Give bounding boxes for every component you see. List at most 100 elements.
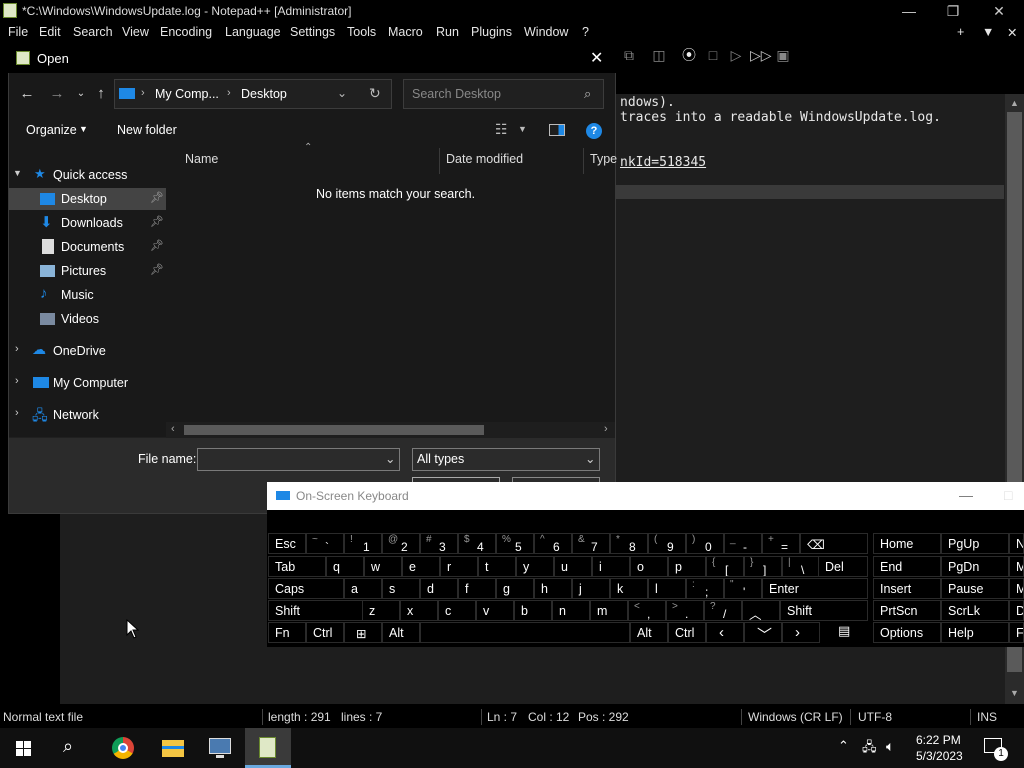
key-x[interactable]: x [400, 600, 438, 621]
key-v[interactable]: v [476, 600, 514, 621]
scroll-left-icon[interactable]: ‹ [171, 423, 175, 435]
key-y[interactable]: y [516, 556, 554, 577]
key-r1-13[interactable]: + = [762, 533, 800, 554]
key-e[interactable]: e [402, 556, 440, 577]
file-list-horizontal-scrollbar[interactable]: ‹ › [166, 422, 615, 438]
nav-desktop[interactable]: Desktop 📌︎ [9, 188, 166, 210]
show-hidden-icons-chevron-icon[interactable]: ⌃ [838, 738, 849, 754]
key-caps[interactable]: Caps [268, 578, 344, 599]
pin-icon[interactable]: 📌︎ [150, 215, 164, 228]
start-button[interactable] [0, 728, 48, 768]
status-insert-mode[interactable]: INS [977, 710, 997, 724]
nav-onedrive[interactable]: › ☁ OneDrive [9, 340, 166, 362]
nav-music[interactable]: ♪ Music [9, 284, 166, 306]
key-r1-10[interactable]: (9 [648, 533, 686, 554]
key-space[interactable] [420, 622, 630, 643]
menu-macro[interactable]: Macro [388, 25, 423, 39]
key-g[interactable]: g [496, 578, 534, 599]
key-r1-4[interactable]: #3 [420, 533, 458, 554]
view-chevron-icon[interactable]: ▼ [518, 124, 527, 134]
key-r3b-0[interactable]: :; [686, 578, 724, 599]
key-side-2-1[interactable]: Pause [941, 578, 1009, 599]
key-side-3-0[interactable]: PrtScn [873, 600, 941, 621]
pin-icon[interactable]: 📌︎ [150, 191, 164, 204]
key-side-4-0[interactable]: Options [873, 622, 941, 643]
key-tab[interactable]: Tab [268, 556, 326, 577]
search-icon[interactable]: ⌕ [584, 86, 591, 102]
key-side-3-2[interactable]: D [1009, 600, 1024, 621]
view-options-icon[interactable]: ☷ [495, 121, 508, 138]
key-z[interactable]: z [362, 600, 400, 621]
file-type-select[interactable]: All types ⌄ [412, 448, 600, 471]
file-explorer-icon[interactable] [150, 728, 196, 768]
key-n[interactable]: n [552, 600, 590, 621]
sync-scroll-icon[interactable]: ⧉ [620, 46, 638, 64]
expanded-chevron-icon[interactable]: ▼ [13, 168, 22, 178]
menu-language[interactable]: Language [225, 25, 281, 39]
file-name-dropdown-icon[interactable]: ⌄ [385, 451, 395, 466]
preview-pane-icon[interactable] [549, 124, 565, 136]
key-side-2-0[interactable]: Insert [873, 578, 941, 599]
key-r1-9[interactable]: * 8 [610, 533, 648, 554]
menu-settings[interactable]: Settings [290, 25, 335, 39]
key-r2b-1[interactable]: }] [744, 556, 782, 577]
key-side-4-2[interactable]: Fa [1009, 622, 1024, 643]
close-button[interactable]: ✕ [976, 2, 1022, 22]
menu-encoding[interactable]: Encoding [160, 25, 212, 39]
maximize-button[interactable]: ❐ [930, 2, 976, 22]
scroll-down-icon[interactable]: ▼ [1010, 688, 1019, 698]
scroll-right-icon[interactable]: › [604, 423, 608, 435]
key-side-3-1[interactable]: ScrLk [941, 600, 1009, 621]
menu-tools[interactable]: Tools [347, 25, 376, 39]
nav-downloads[interactable]: ⬇ Downloads 📌︎ [9, 212, 166, 234]
key-left-arrow[interactable]: ‹ [706, 622, 744, 643]
osk-minimize-button[interactable]: — [959, 487, 973, 503]
pin-icon[interactable]: 📌︎ [150, 263, 164, 276]
menu-view[interactable]: View [122, 25, 149, 39]
nav-videos[interactable]: Videos [9, 308, 166, 330]
key-r1-1[interactable]: ~ ` [306, 533, 344, 554]
key-esc[interactable]: Esc [268, 533, 306, 554]
close-tab-icon[interactable]: ✕ [1007, 25, 1017, 40]
key-side-1-0[interactable]: End [873, 556, 941, 577]
key-up-arrow[interactable]: ︿ [742, 600, 780, 621]
key-o[interactable]: o [630, 556, 668, 577]
editor-line-link[interactable]: nkId=518345 [620, 155, 706, 170]
chrome-icon[interactable] [100, 728, 146, 768]
pin-icon[interactable]: 📌︎ [150, 239, 164, 252]
collapsed-chevron-icon[interactable]: › [15, 375, 19, 387]
run-macro-multiple-icon[interactable]: ▷▷ [750, 46, 772, 64]
key-r1-12[interactable]: _ - [724, 533, 762, 554]
key-r1-7[interactable]: ^ 6 [534, 533, 572, 554]
organize-button[interactable]: Organize [26, 123, 77, 137]
key-d[interactable]: d [420, 578, 458, 599]
menu-edit[interactable]: Edit [39, 25, 61, 39]
key-m[interactable]: m [590, 600, 628, 621]
breadcrumb-current[interactable]: Desktop [241, 87, 287, 101]
key-r1-3[interactable]: @2 [382, 533, 420, 554]
key-side-0-0[interactable]: Home [873, 533, 941, 554]
remote-desktop-icon[interactable] [197, 728, 243, 768]
key-b[interactable]: b [514, 600, 552, 621]
key-u[interactable]: u [554, 556, 592, 577]
key-p[interactable]: p [668, 556, 706, 577]
new-folder-button[interactable]: New folder [117, 123, 177, 137]
key-side-4-1[interactable]: Help [941, 622, 1009, 643]
collapsed-chevron-icon[interactable]: › [15, 343, 19, 355]
key-ctrl-right[interactable]: Ctrl [668, 622, 706, 643]
nav-my-computer[interactable]: › My Computer [9, 372, 166, 394]
save-macro-icon[interactable]: ▣ [774, 46, 792, 64]
key-alt-right[interactable]: Alt [630, 622, 668, 643]
key-side-0-2[interactable]: N [1009, 533, 1024, 554]
key-r2b-0[interactable]: {[ [706, 556, 744, 577]
back-arrow-icon[interactable]: ← [16, 84, 38, 104]
key-h[interactable]: h [534, 578, 572, 599]
key-r1-5[interactable]: $4 [458, 533, 496, 554]
record-macro-icon[interactable]: ⦿ [680, 46, 698, 64]
key-t[interactable]: t [478, 556, 516, 577]
recent-locations-chevron-icon[interactable]: ⌄ [70, 84, 92, 104]
volume-icon[interactable]: 🔈︎ [886, 738, 894, 755]
key-r4b-1[interactable]: >. [666, 600, 704, 621]
column-header-name[interactable]: Name [185, 152, 218, 166]
column-header-date-modified[interactable]: Date modified [446, 152, 523, 166]
